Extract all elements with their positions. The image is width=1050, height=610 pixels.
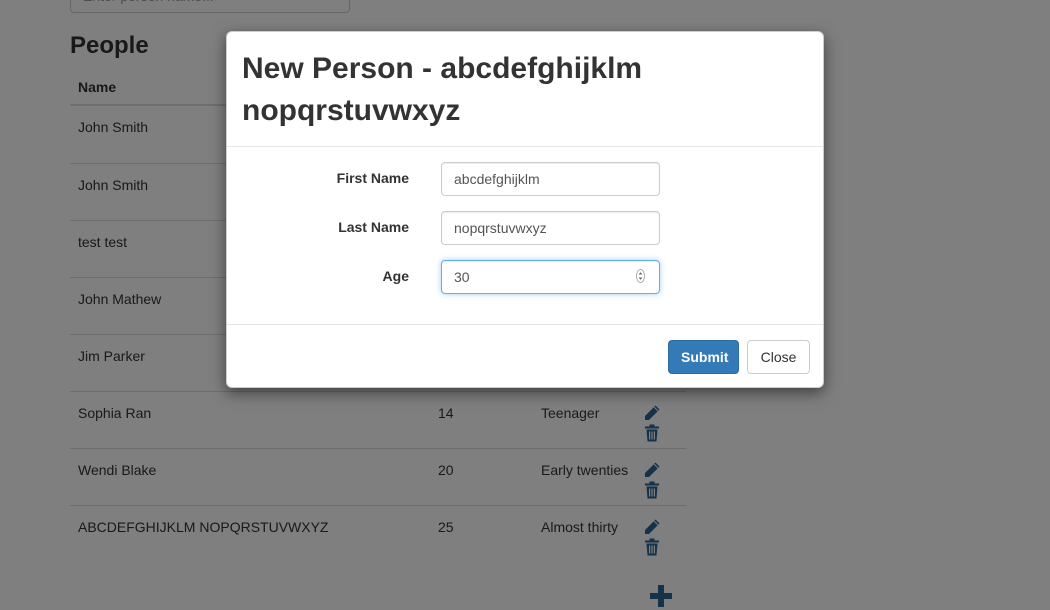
last-name-field[interactable]	[441, 211, 660, 245]
close-button[interactable]: Close	[747, 340, 810, 374]
age-field[interactable]	[441, 260, 660, 294]
modal-title: New Person - abcdefghijklm nopqrstuvwxyz	[242, 52, 643, 127]
new-person-dialog: New Person - abcdefghijklm nopqrstuvwxyz…	[226, 31, 824, 388]
age-row: Age	[227, 260, 823, 294]
modal-header: New Person - abcdefghijklm nopqrstuvwxyz	[227, 32, 823, 147]
first-name-label: First Name	[336, 170, 409, 186]
last-name-label: Last Name	[338, 219, 409, 235]
modal-footer: Submit Close	[227, 324, 823, 389]
first-name-row: First Name	[227, 162, 823, 196]
last-name-row: Last Name	[227, 211, 823, 245]
age-label: Age	[382, 268, 409, 284]
submit-button[interactable]: Submit	[668, 340, 739, 374]
number-spinner-icon[interactable]	[636, 269, 645, 283]
first-name-field[interactable]	[441, 162, 660, 196]
